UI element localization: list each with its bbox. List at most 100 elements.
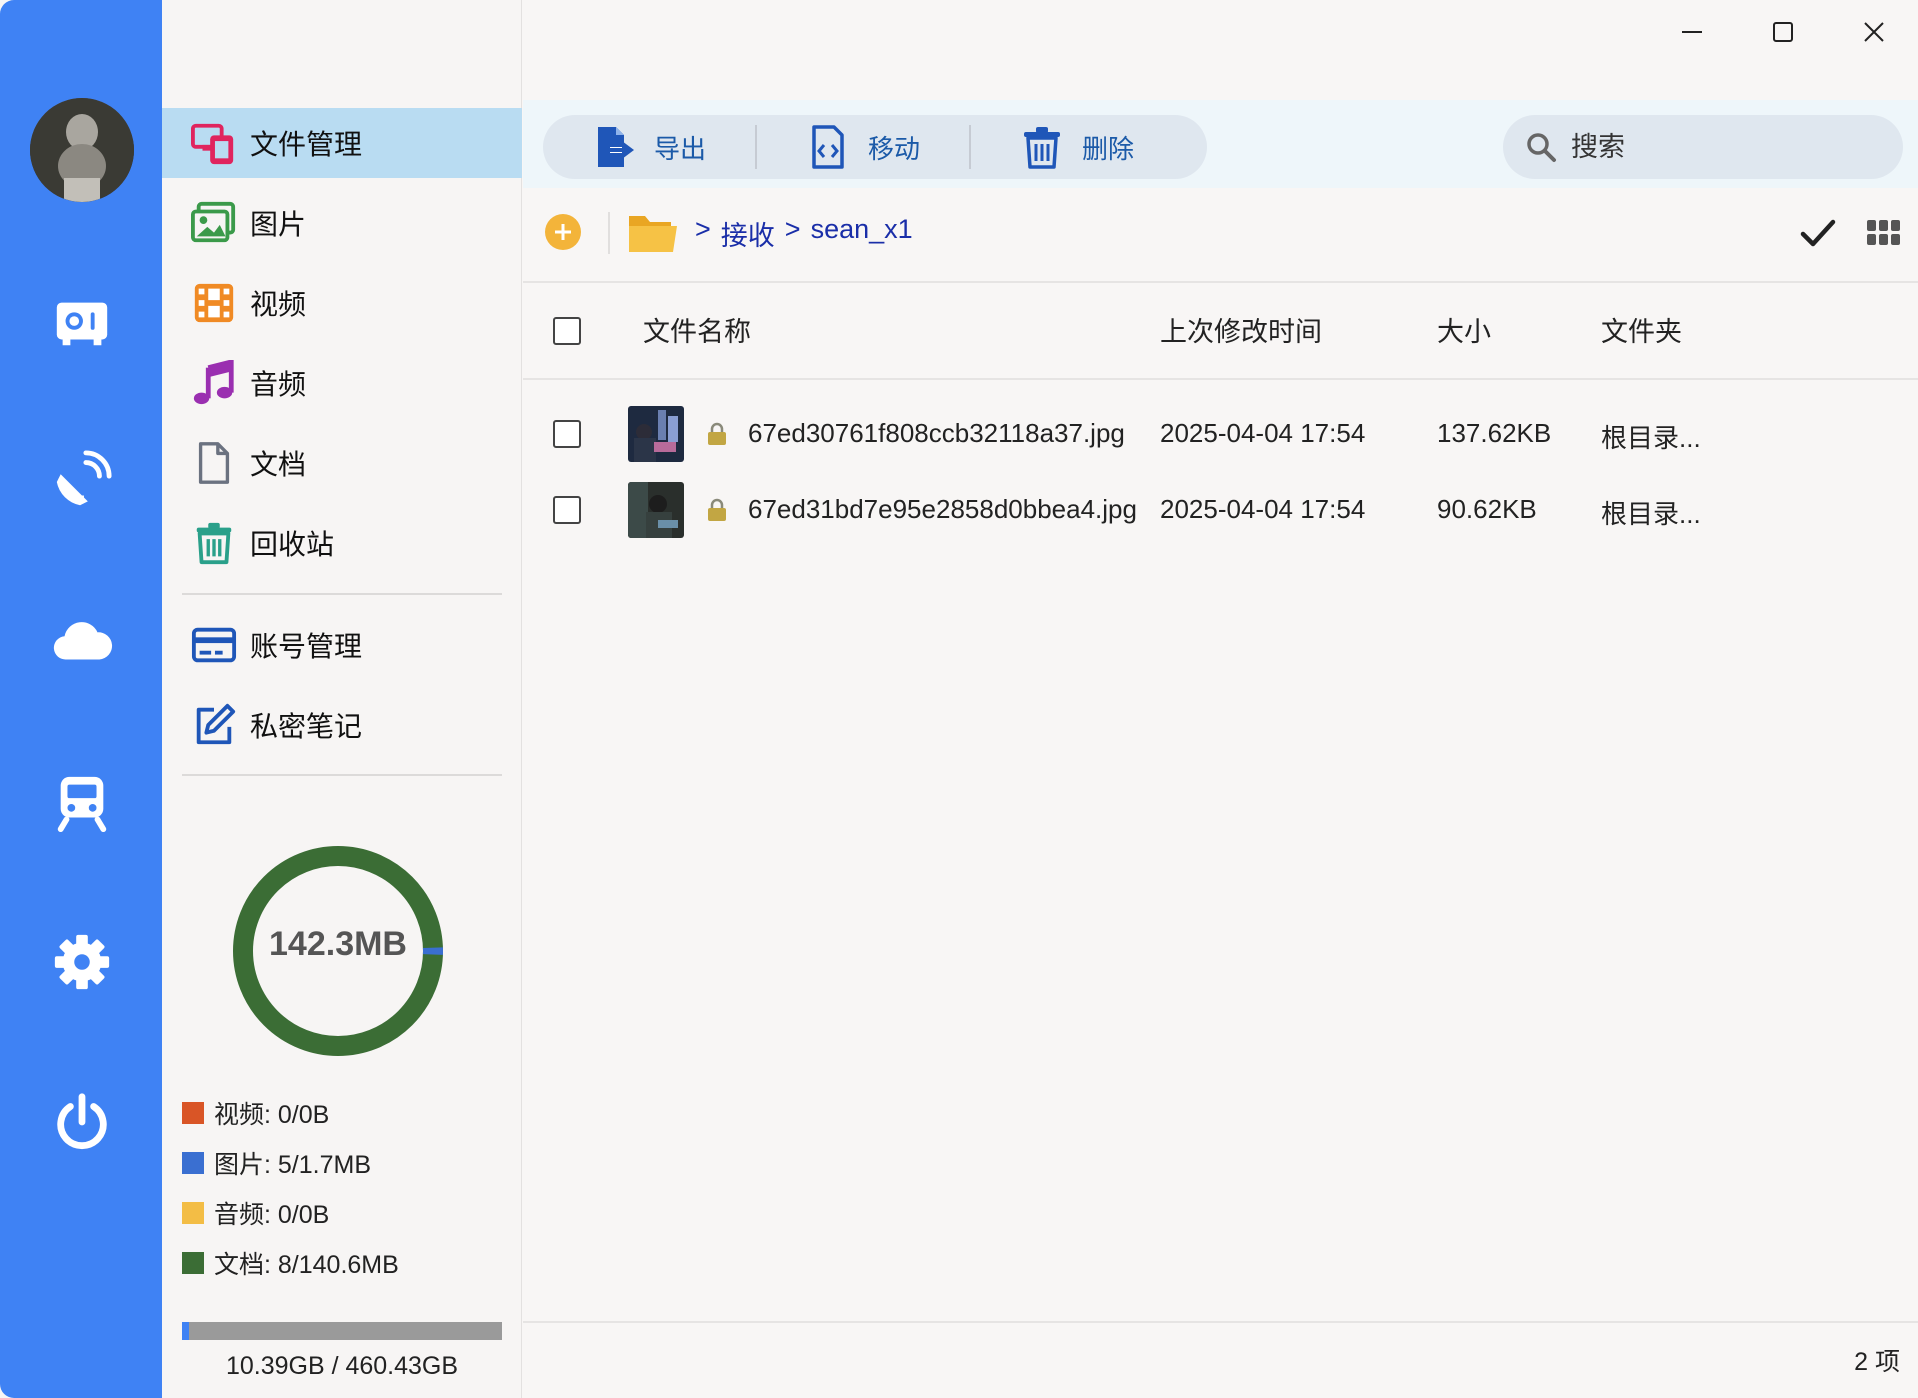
- sidebar-item-file-manager[interactable]: 文件管理: [162, 108, 522, 178]
- folder-icon[interactable]: [627, 210, 679, 256]
- table-row[interactable]: 67ed31bd7e95e2858d0bbea4.jpg 2025-04-04 …: [523, 472, 1918, 548]
- column-header-folder[interactable]: 文件夹: [1601, 310, 1682, 349]
- storage-progress-bar: [182, 1322, 502, 1340]
- legend-video: 视频: 0/0B: [182, 1095, 329, 1131]
- export-icon: [597, 127, 634, 167]
- maximize-button[interactable]: [1763, 12, 1803, 52]
- edit-note-icon: [190, 701, 238, 749]
- file-size: 137.62KB: [1437, 418, 1552, 448]
- breadcrumb-item-receive[interactable]: 接收: [721, 214, 775, 253]
- usage-total-label: 142.3MB: [269, 925, 407, 963]
- breadcrumb-separator: >: [784, 214, 801, 244]
- cloud-icon[interactable]: [50, 610, 114, 674]
- sidebar-item-recycle-bin[interactable]: 回收站: [162, 508, 522, 578]
- file-folder: 根目录...: [1601, 423, 1701, 453]
- train-icon[interactable]: [50, 770, 114, 834]
- sidebar-item-label: 视频: [250, 289, 307, 320]
- maximize-icon: [1773, 22, 1793, 42]
- sidebar-item-private-notes[interactable]: 私密笔记: [162, 690, 522, 760]
- export-button[interactable]: 导出: [543, 115, 755, 179]
- minimize-button[interactable]: [1672, 12, 1712, 52]
- image-icon: [190, 199, 238, 247]
- search-box[interactable]: [1503, 115, 1903, 179]
- column-header-size[interactable]: 大小: [1437, 310, 1491, 349]
- radio-icon[interactable]: [50, 290, 114, 354]
- breadcrumb: > 接收 > sean_x1: [695, 214, 913, 253]
- sidebar-item-label: 音频: [250, 369, 307, 400]
- column-header-name[interactable]: 文件名称: [643, 310, 751, 349]
- column-header-modified[interactable]: 上次修改时间: [1160, 310, 1322, 349]
- add-button[interactable]: [545, 214, 581, 250]
- satellite-icon[interactable]: [50, 448, 114, 512]
- delete-icon: [1023, 127, 1060, 169]
- breadcrumb-separator: >: [695, 214, 711, 244]
- divider: [523, 1321, 1918, 1323]
- left-rail: [0, 0, 162, 1398]
- lock-icon: [708, 422, 726, 445]
- main-panel: 导出 移动 删除 > 接收 > sean_x1 文件名称 上次修改时间 大小 文…: [523, 0, 1918, 1398]
- sidebar-item-label: 文档: [250, 449, 307, 480]
- move-file-icon: [812, 125, 844, 169]
- music-icon: [190, 359, 238, 407]
- select-mode-check-icon[interactable]: [1799, 214, 1837, 252]
- storage-usage-text: 10.39GB / 460.43GB: [225, 1352, 459, 1380]
- film-icon: [190, 279, 238, 327]
- lock-icon: [708, 498, 726, 521]
- legend-audio: 音频: 0/0B: [182, 1195, 329, 1231]
- power-icon[interactable]: [50, 1090, 114, 1154]
- legend-swatch: [182, 1152, 204, 1174]
- delete-label: 删除: [1081, 133, 1134, 164]
- sidebar-item-documents[interactable]: 文档: [162, 428, 522, 498]
- sidebar-item-label: 图片: [250, 209, 307, 240]
- delete-button[interactable]: 删除: [971, 115, 1183, 179]
- table-row[interactable]: 67ed30761f808ccb32118a37.jpg 2025-04-04 …: [523, 396, 1918, 472]
- settings-icon[interactable]: [50, 930, 114, 994]
- file-name: 67ed30761f808ccb32118a37.jpg: [748, 418, 1125, 448]
- close-button[interactable]: [1854, 12, 1894, 52]
- row-checkbox[interactable]: [553, 496, 581, 524]
- legend-swatch: [182, 1252, 204, 1274]
- id-card-icon: [190, 621, 238, 669]
- file-size: 90.62KB: [1437, 494, 1537, 524]
- trash-icon: [190, 519, 238, 567]
- sidebar-divider: [182, 593, 502, 595]
- file-modified: 2025-04-04 17:54: [1160, 418, 1366, 448]
- search-icon: [1527, 133, 1556, 162]
- legend-swatch: [182, 1102, 204, 1124]
- file-thumbnail: [628, 406, 684, 462]
- sidebar-item-videos[interactable]: 视频: [162, 268, 522, 338]
- minimize-icon: [1682, 31, 1702, 33]
- file-folder: 根目录...: [1601, 499, 1701, 529]
- file-thumbnail: [628, 482, 684, 538]
- grid-view-icon[interactable]: [1867, 218, 1901, 248]
- legend-document: 文档: 8/140.6MB: [182, 1245, 399, 1281]
- divider: [523, 378, 1918, 380]
- export-label: 导出: [653, 133, 706, 164]
- avatar[interactable]: [30, 98, 134, 202]
- row-checkbox[interactable]: [553, 420, 581, 448]
- file-name: 67ed31bd7e95e2858d0bbea4.jpg: [748, 494, 1137, 524]
- sidebar-item-account[interactable]: 账号管理: [162, 610, 522, 680]
- document-icon: [190, 439, 238, 487]
- legend-image: 图片: 5/1.7MB: [182, 1145, 371, 1181]
- sidebar-divider: [182, 774, 502, 776]
- storage-progress-fill: [182, 1322, 190, 1340]
- divider: [523, 281, 1918, 283]
- item-count: 2 项: [1854, 1348, 1900, 1376]
- legend-label: 图片: 5/1.7MB: [214, 1151, 371, 1179]
- sidebar-item-images[interactable]: 图片: [162, 188, 522, 258]
- close-icon: [1864, 22, 1884, 42]
- sidebar-item-audio[interactable]: 音频: [162, 348, 522, 418]
- legend-swatch: [182, 1202, 204, 1224]
- select-all-checkbox[interactable]: [553, 317, 581, 345]
- move-button[interactable]: 移动: [757, 115, 969, 179]
- sidebar-item-label: 文件管理: [250, 129, 363, 160]
- breadcrumb-item-current[interactable]: sean_x1: [811, 214, 913, 253]
- legend-label: 音频: 0/0B: [214, 1201, 330, 1229]
- file-modified: 2025-04-04 17:54: [1160, 494, 1366, 524]
- move-label: 移动: [867, 133, 920, 164]
- legend-label: 视频: 0/0B: [214, 1101, 330, 1129]
- search-input[interactable]: [1571, 131, 1871, 163]
- sidebar-item-label: 回收站: [250, 529, 335, 560]
- devices-icon: [190, 119, 238, 167]
